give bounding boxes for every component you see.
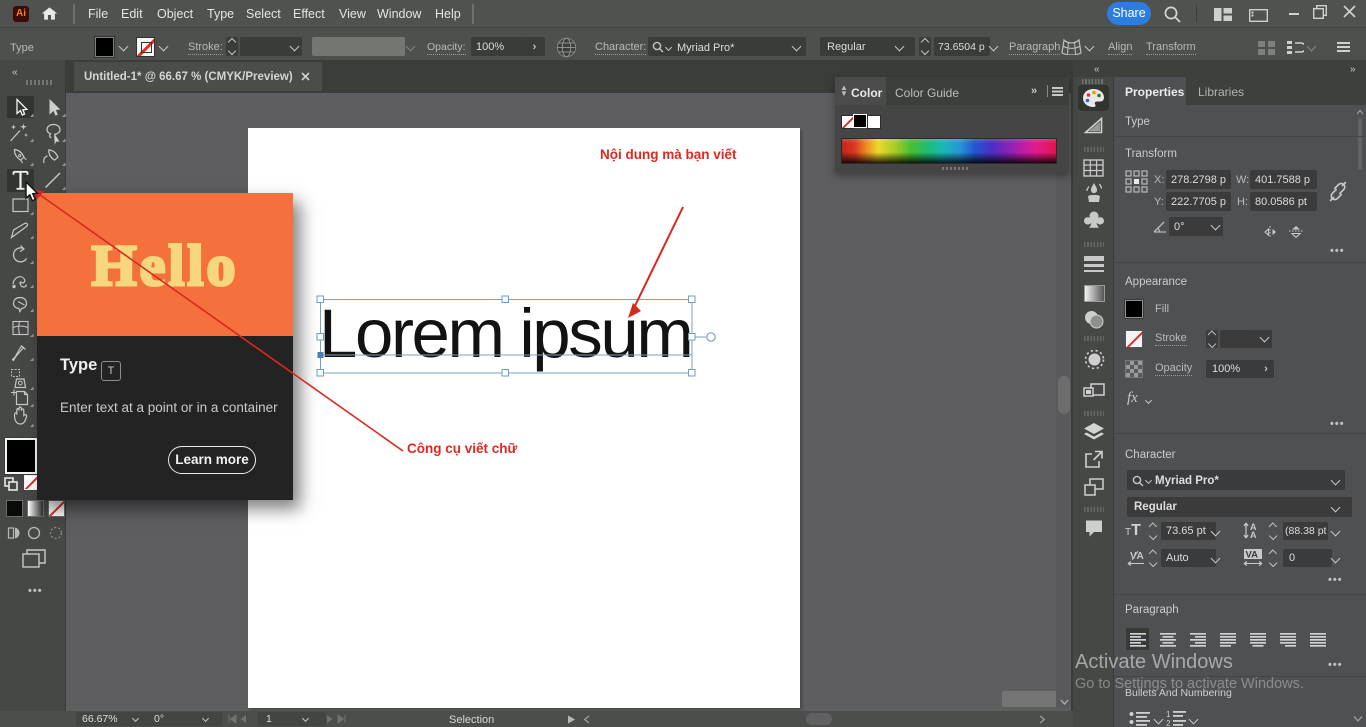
svg-text:1: 1 [1166, 710, 1171, 719]
svg-text:2: 2 [1166, 719, 1171, 727]
svg-text:VA: VA [1246, 550, 1259, 561]
svg-text:A: A [1250, 530, 1257, 539]
svg-text:A: A [1137, 551, 1144, 562]
